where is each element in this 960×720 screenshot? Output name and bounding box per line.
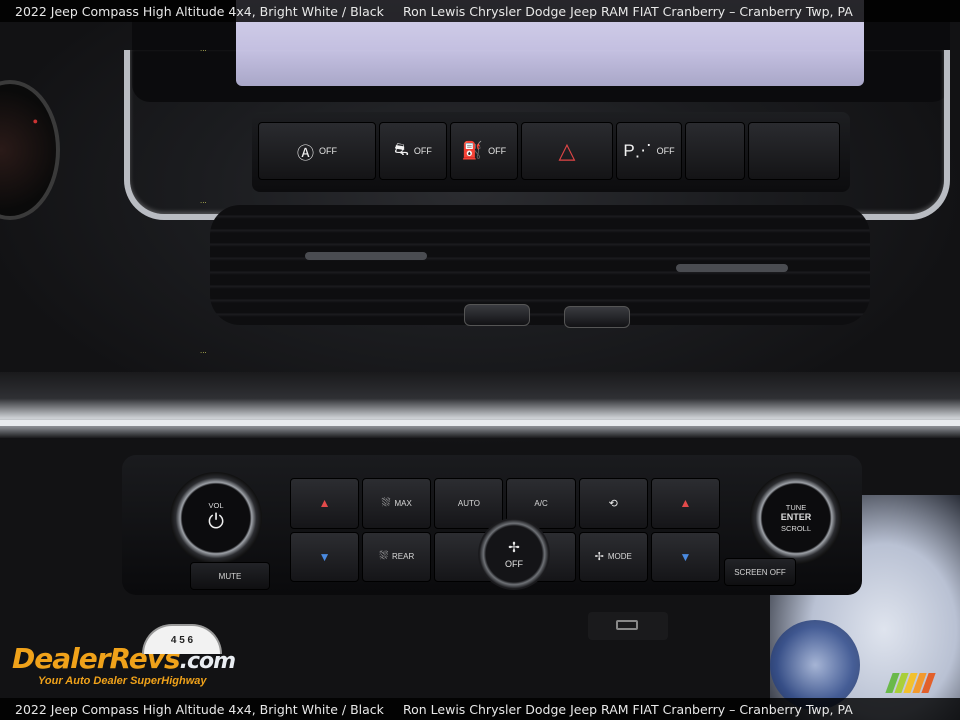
- usb-icon: [616, 620, 638, 630]
- hazard-icon: △: [558, 138, 576, 163]
- watermark-dealer: Dealer: [12, 642, 111, 675]
- mode-icon: ✢: [594, 551, 604, 564]
- instrument-dial: ●: [0, 80, 60, 220]
- max-defrost-icon: ⛆: [381, 496, 391, 509]
- lane-assist-label: OFF: [488, 146, 507, 156]
- lane-assist-button[interactable]: ⛽ OFF: [450, 122, 518, 180]
- lane-assist-icon: ⛽: [461, 141, 484, 160]
- max-defrost-label: MAX: [394, 498, 412, 508]
- auto-stop-icon: Ⓐ: [297, 143, 314, 163]
- caption-bar-bottom: 2022 Jeep Compass High Altitude 4x4, Bri…: [0, 698, 960, 720]
- temp-up-left-icon: ▲: [318, 496, 331, 511]
- blank-button-1[interactable]: [685, 122, 745, 180]
- temp-down-right-icon: ▼: [679, 549, 692, 564]
- chrome-trim: [0, 372, 960, 438]
- auto-button[interactable]: AUTO: [434, 478, 504, 529]
- screen-off-button[interactable]: SCREEN OFF: [724, 558, 796, 586]
- fan-icon: ✢: [508, 539, 520, 555]
- vent-wheel-right[interactable]: [564, 306, 630, 328]
- vehicle-caption: 2022 Jeep Compass High Altitude 4x4, Bri…: [15, 3, 384, 19]
- power-icon: ⏻: [208, 511, 224, 534]
- park-assist-icon: P⋰: [623, 141, 652, 160]
- recirculation-button[interactable]: ⟲: [578, 478, 648, 529]
- screen-off-label: SCREEN OFF: [734, 567, 786, 577]
- tune-label: TUNE: [785, 503, 807, 512]
- tune-knob[interactable]: TUNE ENTER SCROLL: [750, 472, 842, 564]
- auto-stop-button[interactable]: Ⓐ OFF: [258, 122, 376, 180]
- auto-stop-label: OFF: [319, 146, 337, 156]
- park-assist-button[interactable]: P⋰ OFF: [616, 122, 682, 180]
- stripes-logo: [885, 673, 936, 693]
- mode-label: MODE: [607, 552, 632, 562]
- usb-port: [588, 612, 668, 640]
- mute-label: MUTE: [218, 571, 242, 581]
- dust-dots: ...: [200, 44, 207, 53]
- fan-knob[interactable]: ✢ OFF: [478, 518, 550, 590]
- stability-button[interactable]: ⛐ OFF: [379, 122, 447, 180]
- dealerrevs-watermark: 4 5 6 DealerRevs.com Your Auto Dealer Su…: [12, 624, 272, 696]
- mute-button[interactable]: MUTE: [190, 562, 270, 590]
- chrome-trim-highlight: [0, 420, 960, 426]
- volume-knob[interactable]: VOL ⏻: [170, 472, 262, 564]
- dealer-caption: Ron Lewis Chrysler Dodge Jeep RAM FIAT C…: [403, 3, 853, 19]
- dashboard-photo: ● Ⓐ OFF ⛐ OFF ⛽ OFF △ P⋰ OFF ... ... ...: [0, 0, 960, 720]
- rear-defrost-label: REAR: [392, 552, 415, 562]
- auto-label: AUTO: [457, 498, 480, 508]
- dealer-caption: Ron Lewis Chrysler Dodge Jeep RAM FIAT C…: [403, 701, 853, 717]
- blank-button-2[interactable]: [748, 122, 840, 180]
- mode-button[interactable]: ✢ MODE: [578, 531, 648, 582]
- hazard-button[interactable]: △: [521, 122, 613, 180]
- dust-dots: ...: [200, 196, 207, 205]
- vent-tab-right[interactable]: [676, 264, 788, 272]
- temp-down-left-button[interactable]: ▼: [290, 531, 360, 582]
- background-logo: [770, 620, 860, 710]
- vent-tab-left[interactable]: [305, 252, 427, 260]
- park-assist-label: OFF: [656, 146, 675, 156]
- temp-up-right-button[interactable]: ▲: [650, 478, 720, 529]
- stability-icon: ⛐: [394, 140, 409, 159]
- temp-down-right-button[interactable]: ▼: [650, 531, 720, 582]
- temp-down-left-icon: ▼: [318, 549, 331, 564]
- vent-wheel-left[interactable]: [464, 304, 530, 326]
- vehicle-caption: 2022 Jeep Compass High Altitude 4x4, Bri…: [15, 701, 384, 717]
- watermark-tagline: Your Auto Dealer SuperHighway: [38, 675, 207, 687]
- caption-bar-top: 2022 Jeep Compass High Altitude 4x4, Bri…: [0, 0, 960, 22]
- enter-label: ENTER: [780, 512, 812, 523]
- fan-off-label: OFF: [505, 559, 523, 569]
- scroll-label: SCROLL: [780, 523, 811, 533]
- temp-up-right-icon: ▲: [679, 496, 692, 511]
- ac-label: A/C: [534, 498, 548, 508]
- gauge-icon: 4 5 6: [142, 624, 222, 654]
- recirculation-icon: ⟲: [608, 497, 618, 510]
- stability-label: OFF: [413, 146, 432, 156]
- rear-defrost-icon: ⛆: [379, 550, 389, 563]
- volume-label: VOL: [208, 500, 224, 510]
- max-defrost-button[interactable]: ⛆ MAX: [362, 478, 432, 529]
- dust-dots: ...: [200, 346, 207, 355]
- temp-up-left-button[interactable]: ▲: [290, 478, 360, 529]
- rear-defrost-button[interactable]: ⛆ REAR: [362, 531, 432, 582]
- top-button-row: Ⓐ OFF ⛐ OFF ⛽ OFF △ P⋰ OFF: [252, 112, 850, 192]
